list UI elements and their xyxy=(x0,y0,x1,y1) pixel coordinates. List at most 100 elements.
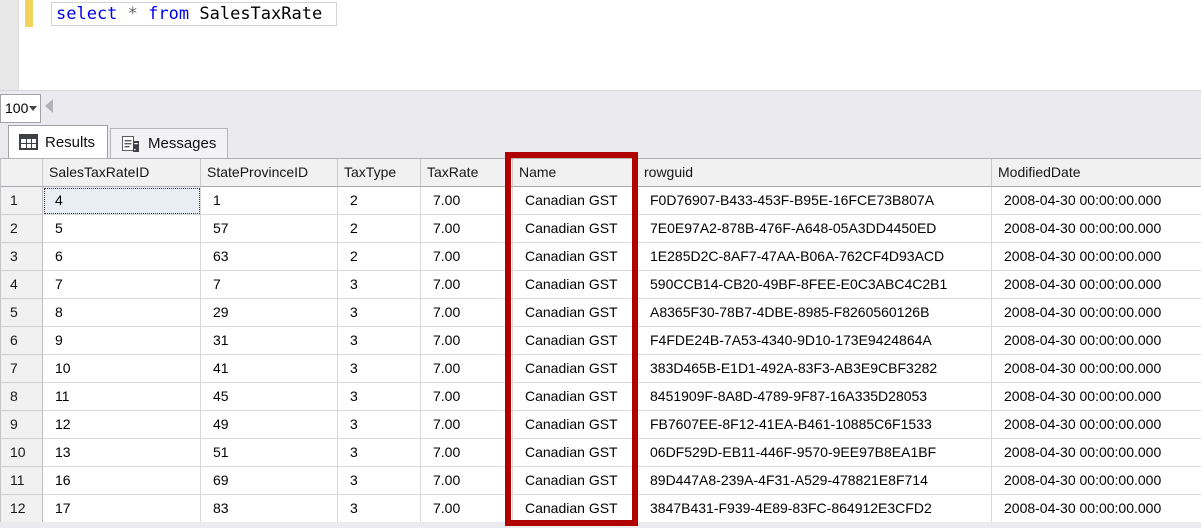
grid-cell-salestaxrateid[interactable]: 11 xyxy=(43,383,201,411)
grid-cell-stateprovinceid[interactable]: 45 xyxy=(201,383,338,411)
grid-cell-rowguid[interactable]: 590CCB14-CB20-49BF-8FEE-E0C3ABC4C2B1 xyxy=(638,271,992,299)
grid-cell-taxrate[interactable]: 7.00 xyxy=(421,495,513,523)
grid-cell-salestaxrateid[interactable]: 8 xyxy=(43,299,201,327)
grid-cell-name[interactable]: Canadian GST xyxy=(513,495,638,523)
grid-cell-modifieddate[interactable]: 2008-04-30 00:00:00.000 xyxy=(992,439,1201,467)
grid-cell-salestaxrateid[interactable]: 9 xyxy=(43,327,201,355)
grid-cell-name[interactable]: Canadian GST xyxy=(513,187,638,215)
grid-cell-modifieddate[interactable]: 2008-04-30 00:00:00.000 xyxy=(992,299,1201,327)
grid-cell-taxrate[interactable]: 7.00 xyxy=(421,355,513,383)
grid-cell-name[interactable]: Canadian GST xyxy=(513,439,638,467)
row-number[interactable]: 7 xyxy=(1,355,43,383)
column-header-taxtype[interactable]: TaxType xyxy=(338,159,421,187)
grid-cell-name[interactable]: Canadian GST xyxy=(513,271,638,299)
column-header-name[interactable]: Name xyxy=(513,159,638,187)
grid-cell-modifieddate[interactable]: 2008-04-30 00:00:00.000 xyxy=(992,383,1201,411)
grid-corner-header[interactable] xyxy=(1,159,43,187)
grid-cell-stateprovinceid[interactable]: 83 xyxy=(201,495,338,523)
grid-cell-rowguid[interactable]: 3847B431-F939-4E89-83FC-864912E3CFD2 xyxy=(638,495,992,523)
grid-cell-modifieddate[interactable]: 2008-04-30 00:00:00.000 xyxy=(992,187,1201,215)
column-header-salestaxrateid[interactable]: SalesTaxRateID xyxy=(43,159,201,187)
column-header-modifieddate[interactable]: ModifiedDate xyxy=(992,159,1201,187)
grid-cell-salestaxrateid[interactable]: 17 xyxy=(43,495,201,523)
grid-cell-taxtype[interactable]: 2 xyxy=(338,187,421,215)
grid-cell-salestaxrateid[interactable]: 7 xyxy=(43,271,201,299)
grid-cell-taxtype[interactable]: 3 xyxy=(338,439,421,467)
grid-cell-taxrate[interactable]: 7.00 xyxy=(421,327,513,355)
grid-cell-taxtype[interactable]: 3 xyxy=(338,355,421,383)
grid-cell-rowguid[interactable]: 8451909F-8A8D-4789-9F87-16A335D28053 xyxy=(638,383,992,411)
row-number[interactable]: 1 xyxy=(1,187,43,215)
scroll-left-arrow-icon[interactable] xyxy=(45,99,53,113)
row-number[interactable]: 3 xyxy=(1,243,43,271)
grid-cell-stateprovinceid[interactable]: 29 xyxy=(201,299,338,327)
grid-cell-modifieddate[interactable]: 2008-04-30 00:00:00.000 xyxy=(992,327,1201,355)
grid-cell-rowguid[interactable]: 1E285D2C-8AF7-47AA-B06A-762CF4D93ACD xyxy=(638,243,992,271)
grid-cell-taxtype[interactable]: 3 xyxy=(338,271,421,299)
grid-cell-taxtype[interactable]: 3 xyxy=(338,299,421,327)
grid-cell-taxtype[interactable]: 3 xyxy=(338,495,421,523)
row-number[interactable]: 2 xyxy=(1,215,43,243)
grid-cell-salestaxrateid[interactable]: 5 xyxy=(43,215,201,243)
grid-cell-taxrate[interactable]: 7.00 xyxy=(421,439,513,467)
row-number[interactable]: 6 xyxy=(1,327,43,355)
column-header-rowguid[interactable]: rowguid xyxy=(638,159,992,187)
grid-cell-modifieddate[interactable]: 2008-04-30 00:00:00.000 xyxy=(992,411,1201,439)
row-number[interactable]: 4 xyxy=(1,271,43,299)
grid-cell-taxrate[interactable]: 7.00 xyxy=(421,299,513,327)
column-header-taxrate[interactable]: TaxRate xyxy=(421,159,513,187)
grid-cell-name[interactable]: Canadian GST xyxy=(513,383,638,411)
grid-cell-taxrate[interactable]: 7.00 xyxy=(421,215,513,243)
grid-cell-taxrate[interactable]: 7.00 xyxy=(421,243,513,271)
grid-cell-taxrate[interactable]: 7.00 xyxy=(421,187,513,215)
grid-cell-modifieddate[interactable]: 2008-04-30 00:00:00.000 xyxy=(992,215,1201,243)
grid-cell-name[interactable]: Canadian GST xyxy=(513,467,638,495)
grid-cell-name[interactable]: Canadian GST xyxy=(513,243,638,271)
grid-cell-stateprovinceid[interactable]: 57 xyxy=(201,215,338,243)
grid-cell-stateprovinceid[interactable]: 49 xyxy=(201,411,338,439)
grid-cell-rowguid[interactable]: 89D447A8-239A-4F31-A529-478821E8F714 xyxy=(638,467,992,495)
grid-cell-modifieddate[interactable]: 2008-04-30 00:00:00.000 xyxy=(992,243,1201,271)
grid-cell-name[interactable]: Canadian GST xyxy=(513,355,638,383)
grid-cell-rowguid[interactable]: F4FDE24B-7A53-4340-9D10-173E9424864A xyxy=(638,327,992,355)
grid-cell-rowguid[interactable]: FB7607EE-8F12-41EA-B461-10885C6F1533 xyxy=(638,411,992,439)
grid-cell-salestaxrateid[interactable]: 12 xyxy=(43,411,201,439)
grid-cell-stateprovinceid[interactable]: 51 xyxy=(201,439,338,467)
grid-cell-taxrate[interactable]: 7.00 xyxy=(421,411,513,439)
column-header-stateprovinceid[interactable]: StateProvinceID xyxy=(201,159,338,187)
grid-cell-taxrate[interactable]: 7.00 xyxy=(421,467,513,495)
grid-cell-stateprovinceid[interactable]: 1 xyxy=(201,187,338,215)
row-number[interactable]: 9 xyxy=(1,411,43,439)
grid-cell-taxrate[interactable]: 7.00 xyxy=(421,383,513,411)
grid-cell-stateprovinceid[interactable]: 31 xyxy=(201,327,338,355)
row-number[interactable]: 5 xyxy=(1,299,43,327)
grid-cell-taxtype[interactable]: 3 xyxy=(338,411,421,439)
grid-cell-modifieddate[interactable]: 2008-04-30 00:00:00.000 xyxy=(992,467,1201,495)
grid-cell-taxtype[interactable]: 2 xyxy=(338,215,421,243)
grid-cell-salestaxrateid[interactable]: 6 xyxy=(43,243,201,271)
grid-cell-stateprovinceid[interactable]: 69 xyxy=(201,467,338,495)
grid-cell-name[interactable]: Canadian GST xyxy=(513,327,638,355)
grid-cell-stateprovinceid[interactable]: 41 xyxy=(201,355,338,383)
grid-cell-rowguid[interactable]: 7E0E97A2-878B-476F-A648-05A3DD4450ED xyxy=(638,215,992,243)
row-number[interactable]: 10 xyxy=(1,439,43,467)
grid-cell-salestaxrateid[interactable]: 13 xyxy=(43,439,201,467)
grid-cell-salestaxrateid[interactable]: 10 xyxy=(43,355,201,383)
zoom-level-dropdown[interactable]: 100 % xyxy=(0,94,41,143)
grid-cell-rowguid[interactable]: 383D465B-E1D1-492A-83F3-AB3E9CBF3282 xyxy=(638,355,992,383)
row-number[interactable]: 12 xyxy=(1,495,43,523)
grid-cell-taxtype[interactable]: 3 xyxy=(338,383,421,411)
tab-results[interactable]: Results xyxy=(8,125,108,158)
grid-cell-modifieddate[interactable]: 2008-04-30 00:00:00.000 xyxy=(992,495,1201,523)
grid-cell-stateprovinceid[interactable]: 63 xyxy=(201,243,338,271)
grid-cell-salestaxrateid[interactable]: 16 xyxy=(43,467,201,495)
grid-cell-name[interactable]: Canadian GST xyxy=(513,299,638,327)
grid-cell-salestaxrateid-selected[interactable]: 4 xyxy=(43,187,201,215)
grid-cell-taxrate[interactable]: 7.00 xyxy=(421,271,513,299)
grid-cell-modifieddate[interactable]: 2008-04-30 00:00:00.000 xyxy=(992,355,1201,383)
grid-cell-taxtype[interactable]: 2 xyxy=(338,243,421,271)
row-number[interactable]: 8 xyxy=(1,383,43,411)
grid-cell-taxtype[interactable]: 3 xyxy=(338,327,421,355)
tab-messages[interactable]: Messages xyxy=(110,128,228,158)
grid-cell-rowguid[interactable]: 06DF529D-EB11-446F-9570-9EE97B8EA1BF xyxy=(638,439,992,467)
